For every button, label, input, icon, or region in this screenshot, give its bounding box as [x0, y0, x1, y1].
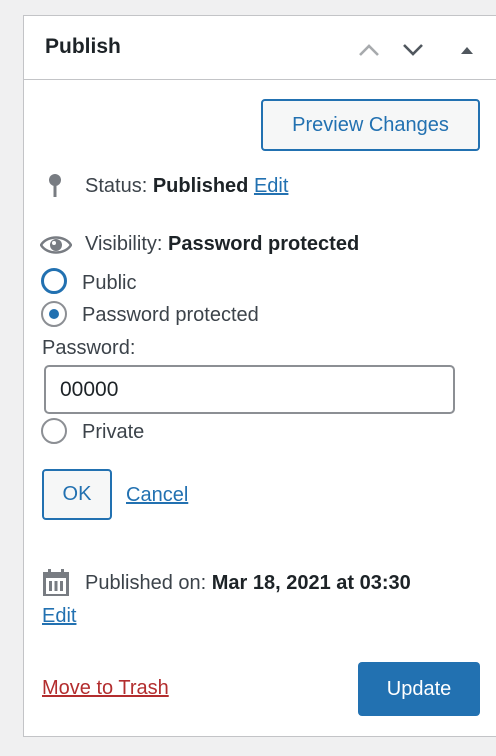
panel-header: Publish [24, 16, 496, 80]
triangle-up-icon [461, 47, 473, 54]
eye-icon [40, 236, 72, 254]
move-down-button[interactable] [400, 37, 426, 63]
chevron-up-icon [359, 44, 379, 56]
radio-public-label[interactable]: Public [82, 272, 136, 295]
visibility-label: Visibility: [85, 233, 163, 255]
preview-changes-button[interactable]: Preview Changes [261, 99, 480, 151]
chevron-down-icon [403, 44, 423, 56]
calendar-icon [43, 569, 69, 596]
cancel-link[interactable]: Cancel [126, 484, 188, 507]
published-on-value: Mar 18, 2021 at 03:30 [211, 572, 411, 594]
password-label: Password: [42, 337, 136, 359]
publish-panel: Publish Preview Changes Status: Publishe… [23, 15, 496, 737]
published-on-row: Published on: Mar 18, 2021 at 03:30 [85, 572, 411, 595]
radio-password-protected[interactable] [41, 301, 67, 327]
ok-button[interactable]: OK [42, 469, 112, 520]
radio-private[interactable] [41, 418, 67, 444]
status-row: Status: Published Edit [85, 175, 288, 198]
status-edit-link[interactable]: Edit [254, 175, 288, 197]
visibility-value: Password protected [168, 233, 360, 255]
radio-public[interactable] [41, 268, 67, 294]
radio-private-label[interactable]: Private [82, 421, 144, 444]
update-button[interactable]: Update [358, 662, 480, 716]
move-up-button[interactable] [356, 37, 382, 63]
password-input[interactable] [44, 365, 455, 414]
move-to-trash-link[interactable]: Move to Trash [42, 677, 169, 700]
visibility-row: Visibility: Password protected [85, 233, 359, 256]
status-value: Published [152, 175, 249, 197]
toggle-panel-button[interactable] [454, 37, 480, 63]
panel-title: Publish [45, 35, 121, 58]
status-label: Status: [85, 175, 148, 197]
published-on-label: Published on: [85, 572, 207, 594]
published-on-edit-link[interactable]: Edit [42, 605, 76, 628]
radio-password-protected-label[interactable]: Password protected [82, 304, 259, 327]
pin-icon [49, 174, 61, 197]
